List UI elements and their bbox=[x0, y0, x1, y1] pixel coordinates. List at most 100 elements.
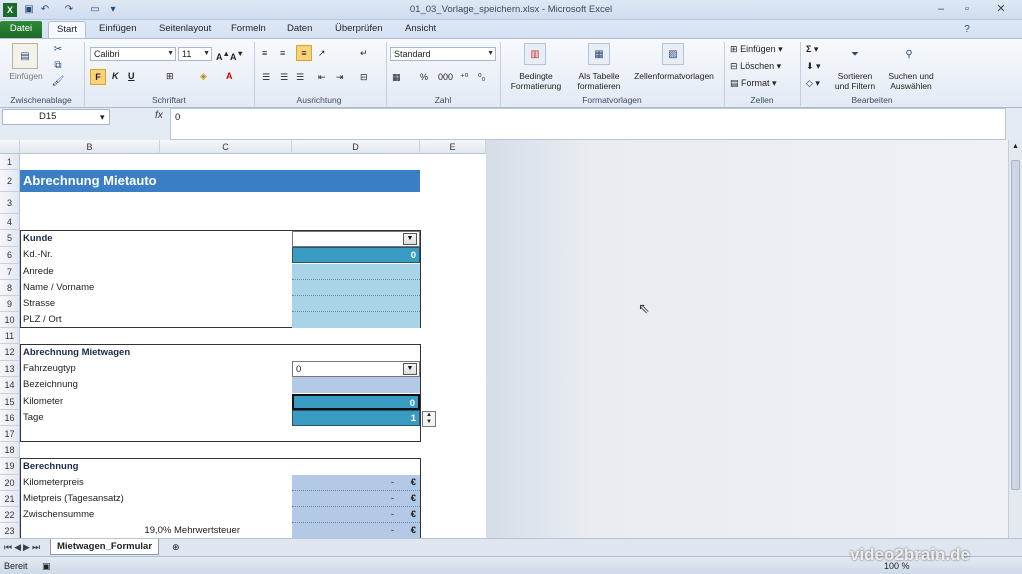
row-header[interactable]: 18 bbox=[0, 442, 20, 458]
tab-start[interactable]: Start bbox=[48, 21, 87, 38]
tab-datei[interactable]: Datei bbox=[0, 21, 42, 38]
format-as-table-button[interactable]: Als Tabelle formatieren bbox=[570, 71, 628, 91]
row-header[interactable]: 22 bbox=[0, 507, 20, 523]
row-header[interactable]: 8 bbox=[0, 280, 20, 296]
italic-button[interactable]: K bbox=[112, 70, 119, 82]
plz-cell[interactable] bbox=[292, 312, 420, 328]
font-name-select[interactable]: Calibri ▼ bbox=[90, 47, 176, 61]
row-header[interactable]: 1 bbox=[0, 154, 20, 170]
insert-function-button[interactable]: fx bbox=[155, 110, 163, 121]
sheet-nav-icons[interactable]: ⏮◀▶⏭ bbox=[4, 541, 42, 553]
row-header[interactable]: 9 bbox=[0, 296, 20, 312]
tab-einfuegen[interactable]: Einfügen bbox=[91, 21, 145, 38]
sort-filter-button[interactable]: Sortieren und Filtern bbox=[826, 71, 884, 91]
row-header[interactable]: 10 bbox=[0, 312, 20, 328]
row-header[interactable]: 16 bbox=[0, 410, 20, 426]
find-select-button[interactable]: Suchen und Auswählen bbox=[882, 71, 940, 91]
row-header[interactable]: 7 bbox=[0, 264, 20, 280]
align-middle-icon[interactable]: ≡ bbox=[280, 47, 285, 59]
conditional-formatting-icon[interactable]: ▥ bbox=[524, 43, 546, 65]
row-header[interactable]: 17 bbox=[0, 426, 20, 442]
align-bottom-icon[interactable]: ≡ bbox=[296, 45, 312, 61]
anrede-cell[interactable] bbox=[292, 264, 420, 280]
tab-daten[interactable]: Daten bbox=[279, 21, 320, 38]
wrap-text-icon[interactable]: ↵ bbox=[360, 47, 368, 59]
find-select-icon[interactable]: ⚲ bbox=[898, 43, 920, 65]
worksheet-grid[interactable]: B C D E 1 2 3 4 5 6 7 8 9 10 11 12 13 14 15 16 17 18 19 20 2… bbox=[0, 140, 486, 538]
row-header[interactable]: 3 bbox=[0, 192, 20, 214]
insert-sheet-icon[interactable]: ⊕ bbox=[172, 541, 180, 553]
increase-decimal-icon[interactable]: ⁺⁰ bbox=[460, 71, 468, 83]
autosum-icon[interactable]: Σ ▾ bbox=[806, 43, 818, 55]
minimize-button[interactable]: – bbox=[930, 2, 952, 17]
percent-icon[interactable]: % bbox=[420, 71, 428, 83]
conditional-formatting-button[interactable]: Bedingte Formatierung bbox=[504, 71, 568, 91]
row-header[interactable]: 21 bbox=[0, 491, 20, 507]
decrease-indent-icon[interactable]: ⇤ bbox=[318, 71, 326, 83]
orientation-icon[interactable]: ↗ bbox=[318, 47, 326, 59]
align-right-icon[interactable]: ☰ bbox=[296, 71, 304, 83]
tab-seitenlayout[interactable]: Seitenlayout bbox=[151, 21, 219, 38]
scroll-thumb[interactable] bbox=[1011, 160, 1020, 490]
cut-icon[interactable]: ✂ bbox=[52, 43, 64, 55]
shrink-font-icon[interactable]: A▼ bbox=[230, 48, 244, 63]
decrease-decimal-icon[interactable]: ⁰₀ bbox=[478, 71, 485, 83]
tab-ansicht[interactable]: Ansicht bbox=[397, 21, 444, 38]
thousands-icon[interactable]: 000 bbox=[438, 71, 453, 83]
column-header-b[interactable]: B bbox=[20, 140, 160, 154]
sheet-tab-mietwagen-formular[interactable]: Mietwagen_Formular bbox=[50, 539, 160, 555]
tab-ueberpruefen[interactable]: Überprüfen bbox=[327, 21, 391, 38]
name-box[interactable]: D15 bbox=[2, 109, 110, 125]
scroll-up-icon[interactable]: ▲ bbox=[1011, 142, 1020, 151]
increase-indent-icon[interactable]: ⇥ bbox=[336, 71, 344, 83]
insert-cells-button[interactable]: ⊞ Einfügen ▾ bbox=[730, 43, 783, 55]
fahrzeugtyp-select[interactable]: 0 bbox=[292, 361, 420, 377]
bezeichnung-cell[interactable] bbox=[292, 377, 420, 393]
tab-formeln[interactable]: Formeln bbox=[223, 21, 274, 38]
tage-spinner[interactable]: ▲ ▼ bbox=[422, 411, 436, 427]
fill-color-icon[interactable]: ◈ bbox=[200, 70, 207, 82]
strasse-cell[interactable] bbox=[292, 296, 420, 312]
macro-record-icon[interactable]: ▣ bbox=[42, 560, 51, 572]
row-header[interactable]: 12 bbox=[0, 344, 20, 361]
grow-font-icon[interactable]: A▲ bbox=[216, 48, 230, 63]
format-as-table-icon[interactable]: ▦ bbox=[588, 43, 610, 65]
merge-center-icon[interactable]: ⊟ bbox=[360, 71, 368, 83]
align-top-icon[interactable]: ≡ bbox=[262, 47, 267, 59]
kunde-select[interactable] bbox=[292, 231, 420, 247]
name-box-dropdown-icon[interactable]: ▾ bbox=[100, 111, 105, 123]
row-header[interactable]: 23 bbox=[0, 523, 20, 538]
sort-filter-icon[interactable]: ⏷ bbox=[844, 43, 866, 65]
align-center-icon[interactable]: ☰ bbox=[280, 71, 288, 83]
row-header[interactable]: 5 bbox=[0, 230, 20, 247]
help-icon[interactable]: ? bbox=[960, 23, 974, 37]
kdnr-input[interactable]: 0 bbox=[292, 247, 420, 263]
kunde-dropdown-icon[interactable]: ▼ bbox=[403, 233, 417, 245]
row-header[interactable]: 15 bbox=[0, 394, 20, 410]
align-left-icon[interactable]: ☰ bbox=[262, 71, 270, 83]
accounting-icon[interactable]: ▦ bbox=[392, 71, 401, 83]
vertical-scrollbar[interactable]: ▲ bbox=[1008, 140, 1022, 538]
formula-input[interactable]: 0 bbox=[170, 108, 1006, 140]
select-all-corner[interactable] bbox=[0, 140, 20, 154]
row-header[interactable]: 13 bbox=[0, 361, 20, 377]
paste-button[interactable]: Einfügen bbox=[4, 71, 48, 81]
row-header[interactable]: 14 bbox=[0, 377, 20, 394]
name-cell[interactable] bbox=[292, 280, 420, 296]
close-button[interactable]: ✕ bbox=[984, 2, 1018, 17]
borders-icon[interactable]: ⊞ bbox=[166, 70, 174, 82]
paste-icon[interactable]: ▤ bbox=[12, 43, 38, 69]
cell-styles-icon[interactable]: ▨ bbox=[662, 43, 684, 65]
row-header[interactable]: 2 bbox=[0, 170, 20, 192]
font-size-select[interactable]: 11 ▼ bbox=[178, 47, 212, 61]
underline-button[interactable]: U bbox=[128, 70, 135, 82]
copy-icon[interactable]: ⧉ bbox=[52, 59, 64, 71]
row-header[interactable]: 11 bbox=[0, 328, 20, 344]
font-color-icon[interactable]: A bbox=[226, 70, 233, 82]
kilometer-input[interactable]: 0 bbox=[292, 394, 420, 410]
maximize-button[interactable]: ▫ bbox=[956, 2, 978, 17]
row-header[interactable]: 19 bbox=[0, 458, 20, 475]
format-painter-icon[interactable]: 🖌 bbox=[52, 75, 65, 87]
format-cells-button[interactable]: ▤ Format ▾ bbox=[730, 77, 777, 89]
bold-button[interactable]: F bbox=[90, 69, 106, 85]
